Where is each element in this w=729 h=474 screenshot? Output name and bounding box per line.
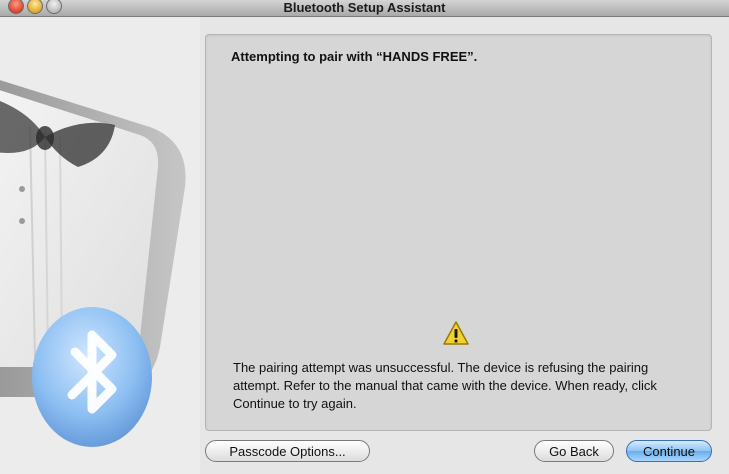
bluetooth-setup-window: Bluetooth Setup Assistant Attempting to … (0, 0, 729, 474)
bluetooth-tuxedo-artwork (0, 17, 200, 474)
pairing-status-panel: Attempting to pair with “HANDS FREE”. Th… (205, 34, 712, 431)
panel-title: Attempting to pair with “HANDS FREE”. (231, 49, 478, 64)
warning-icon (443, 321, 469, 345)
error-message: The pairing attempt was unsuccessful. Th… (233, 360, 657, 411)
window-title: Bluetooth Setup Assistant (283, 0, 446, 15)
title-bar: Bluetooth Setup Assistant (0, 0, 729, 17)
continue-button[interactable]: Continue (626, 440, 712, 462)
go-back-button[interactable]: Go Back (534, 440, 614, 462)
passcode-options-button[interactable]: Passcode Options... (205, 440, 370, 462)
